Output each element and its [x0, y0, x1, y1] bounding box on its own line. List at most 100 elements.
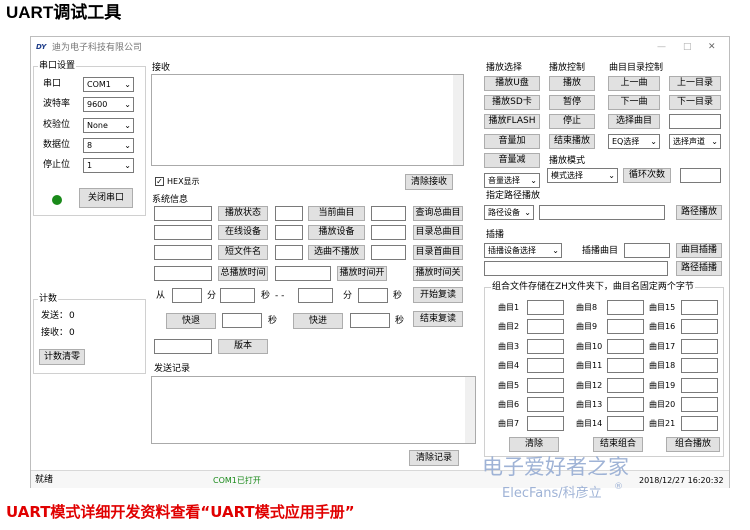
path-play-button[interactable]: 路径播放: [676, 205, 722, 220]
volume-up-button[interactable]: 音量加: [484, 134, 540, 149]
combo-track-field[interactable]: [527, 397, 564, 412]
combo-track-field[interactable]: [527, 300, 564, 315]
version-field: [154, 339, 212, 354]
combo-track-field[interactable]: [527, 358, 564, 374]
close-port-button[interactable]: 关闭串口: [79, 188, 133, 208]
combo-track-field[interactable]: [681, 377, 718, 393]
play-sd-button[interactable]: 播放SD卡: [484, 95, 540, 110]
pause-button[interactable]: 暂停: [549, 95, 595, 110]
receive-textarea[interactable]: [151, 74, 464, 166]
insert-path-button[interactable]: 路径插播: [676, 261, 722, 276]
clear-record-button[interactable]: 清除记录: [409, 450, 459, 466]
loop-count-button[interactable]: 循环次数: [623, 168, 671, 183]
combo-track-field[interactable]: [681, 358, 718, 374]
combo-track-field[interactable]: [527, 319, 564, 335]
combo-track-field[interactable]: [607, 319, 644, 335]
receive-scrollbar[interactable]: [453, 75, 463, 165]
next-dir-button[interactable]: 下一目录: [669, 95, 721, 110]
forward-sec-field[interactable]: [350, 313, 390, 328]
prev-track-button[interactable]: 上一曲: [608, 76, 660, 91]
start-sec-field[interactable]: [220, 288, 255, 303]
forward-button[interactable]: 快进: [293, 313, 343, 329]
stopbits-select[interactable]: 1 ⌄: [83, 158, 134, 173]
path-device-select[interactable]: 路径设备 ⌄: [484, 205, 534, 220]
send-record-textarea[interactable]: [151, 376, 476, 444]
query-total-button[interactable]: 查询总曲目: [413, 206, 463, 221]
databits-select[interactable]: 8 ⌄: [83, 138, 134, 153]
dir-total-button[interactable]: 目录总曲目: [413, 225, 463, 240]
insert-track-button[interactable]: 曲目插播: [676, 243, 722, 258]
play-button[interactable]: 播放: [549, 76, 595, 91]
combo-track-field[interactable]: [681, 416, 718, 432]
prev-dir-button[interactable]: 上一目录: [669, 76, 721, 91]
online-dev-button[interactable]: 在线设备: [218, 225, 268, 240]
combo-track-field[interactable]: [681, 397, 718, 412]
combo-clear-button[interactable]: 清除: [509, 437, 559, 452]
count-title: 计数: [38, 293, 59, 305]
combo-track-field[interactable]: [527, 338, 564, 354]
select-track-button[interactable]: 选择曲目: [608, 114, 660, 129]
combo-track-field[interactable]: [607, 300, 644, 315]
channel-select[interactable]: 选择声道 ⌄: [669, 134, 721, 149]
send-scrollbar[interactable]: [465, 377, 475, 443]
stop-button[interactable]: 停止: [549, 114, 595, 129]
maximize-icon[interactable]: □: [683, 41, 692, 53]
next-track-button[interactable]: 下一曲: [608, 95, 660, 110]
short-name-button[interactable]: 短文件名: [218, 245, 268, 260]
clear-count-button[interactable]: 计数清零: [39, 349, 85, 365]
combo-track-field[interactable]: [607, 397, 644, 412]
combo-track-label: 曲目20: [649, 400, 676, 409]
play-udisk-button[interactable]: 播放U盘: [484, 76, 540, 91]
total-time-button[interactable]: 总播放时间: [218, 266, 268, 281]
rewind-button[interactable]: 快退: [166, 313, 216, 329]
minimize-icon[interactable]: —: [657, 41, 666, 53]
mode-select[interactable]: 模式选择 ⌄: [547, 168, 618, 183]
insert-track-field[interactable]: [624, 243, 670, 258]
parity-value: None: [87, 121, 108, 130]
insert-path-input[interactable]: [484, 261, 668, 276]
port-select[interactable]: COM1 ⌄: [83, 77, 134, 92]
play-flash-button[interactable]: 播放FLASH: [484, 114, 540, 129]
track-number-field[interactable]: [669, 114, 721, 129]
combo-end-button[interactable]: 结束组合: [593, 437, 643, 452]
dir-control-title: 曲目目录控制: [609, 63, 664, 73]
rewind-sec-field[interactable]: [222, 313, 262, 328]
baud-select[interactable]: 9600 ⌄: [83, 97, 134, 112]
skip-track-button[interactable]: 选曲不播放: [308, 245, 365, 260]
end-play-button[interactable]: 结束播放: [549, 134, 595, 149]
combo-track-field[interactable]: [681, 300, 718, 315]
volume-down-button[interactable]: 音量减: [484, 153, 540, 168]
end-min-field[interactable]: [298, 288, 333, 303]
play-dev-button[interactable]: 播放设备: [308, 225, 365, 240]
insert-device-select[interactable]: 插播设备选择 ⌄: [484, 243, 562, 258]
dir-first-button[interactable]: 目录首曲目: [413, 245, 463, 260]
combo-track-field[interactable]: [607, 377, 644, 393]
eq-select[interactable]: EQ选择 ⌄: [608, 134, 660, 149]
combo-track-field[interactable]: [607, 358, 644, 374]
time-on-button[interactable]: 播放时间开: [337, 266, 387, 281]
combo-track-field[interactable]: [527, 377, 564, 393]
combo-track-field[interactable]: [681, 319, 718, 335]
combo-track-field[interactable]: [607, 416, 644, 432]
cur-track-button[interactable]: 当前曲目: [308, 206, 365, 221]
version-button[interactable]: 版本: [218, 339, 268, 354]
combo-track-field[interactable]: [681, 338, 718, 354]
hex-checkbox[interactable]: ✓: [155, 177, 164, 186]
repeat-end-button[interactable]: 结束复读: [413, 311, 463, 327]
repeat-start-button[interactable]: 开始复读: [413, 287, 463, 303]
chevron-down-icon: ⌄: [552, 246, 559, 255]
combo-track-field[interactable]: [607, 338, 644, 354]
volume-select[interactable]: 音量选择 ⌄: [484, 173, 540, 188]
clear-receive-button[interactable]: 清除接收: [405, 174, 453, 190]
combo-track-field[interactable]: [527, 416, 564, 432]
start-min-field[interactable]: [172, 288, 202, 303]
loop-count-field[interactable]: [680, 168, 721, 183]
skip-track-field[interactable]: [275, 245, 303, 260]
parity-select[interactable]: None ⌄: [83, 118, 134, 133]
play-state-button[interactable]: 播放状态: [218, 206, 268, 221]
time-off-button[interactable]: 播放时间关: [413, 266, 463, 281]
close-icon[interactable]: ✕: [708, 41, 716, 53]
path-input[interactable]: [539, 205, 665, 220]
combo-play-button[interactable]: 组合播放: [666, 437, 720, 452]
end-sec-field[interactable]: [358, 288, 388, 303]
